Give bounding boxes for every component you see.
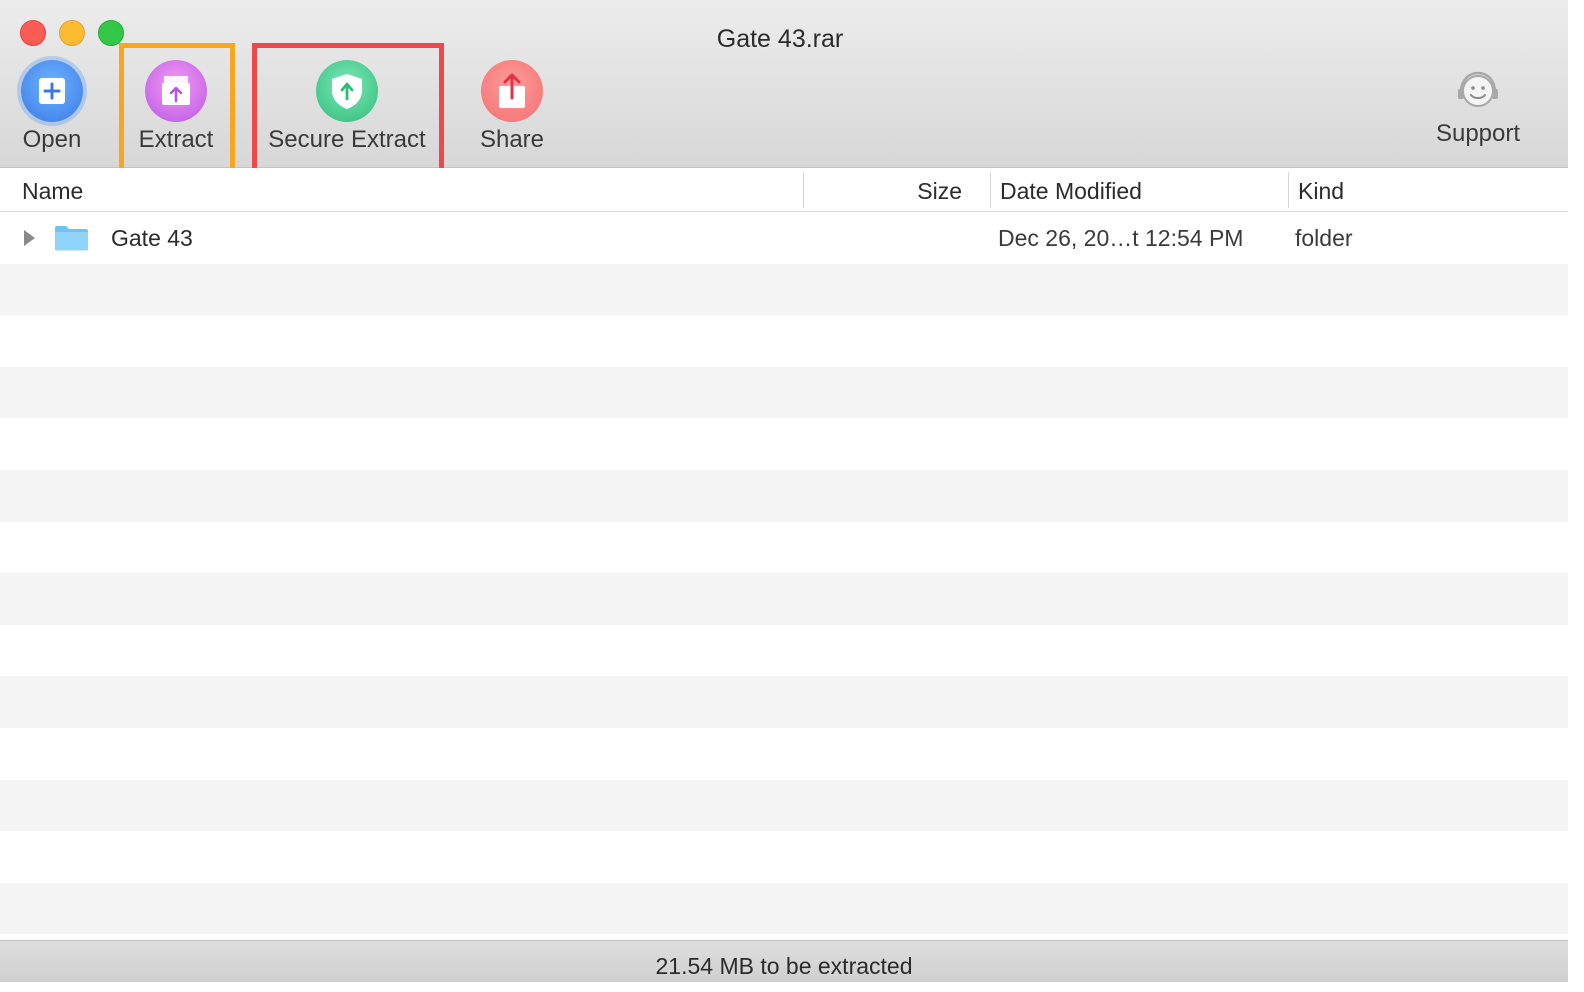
empty-row (0, 573, 1568, 625)
empty-row (0, 366, 1568, 419)
share-label: Share (479, 126, 545, 153)
shield-icon (316, 60, 378, 122)
empty-row (0, 882, 1568, 935)
share-icon (481, 60, 543, 122)
disclosure-triangle-icon[interactable] (24, 230, 35, 246)
column-separator[interactable] (803, 172, 804, 208)
extract-icon (145, 60, 207, 122)
secure-extract-button[interactable]: Secure Extract (255, 60, 439, 154)
support-button[interactable]: Support (1420, 66, 1536, 148)
secure-extract-label: Secure Extract (268, 126, 426, 153)
empty-row (0, 263, 1568, 316)
headset-smiley-icon (1453, 66, 1503, 116)
empty-row (0, 624, 1568, 677)
file-date-modified: Dec 26, 20…t 12:54 PM (998, 225, 1244, 251)
extract-button[interactable]: Extract (120, 60, 232, 154)
toolbar: Gate 43.rar Open Extract Secure Extract … (0, 0, 1568, 168)
empty-row (0, 469, 1568, 522)
empty-row (0, 418, 1568, 470)
column-separator[interactable] (1288, 172, 1289, 208)
empty-row (0, 779, 1568, 832)
open-icon (21, 60, 83, 122)
status-text: 21.54 MB to be extracted (655, 953, 913, 979)
app-window: Gate 43.rar Open Extract Secure Extract … (0, 0, 1568, 982)
support-label: Support (1435, 120, 1521, 147)
column-separator[interactable] (990, 172, 991, 208)
column-size[interactable]: Size (806, 178, 962, 205)
column-kind[interactable]: Kind (1298, 178, 1344, 205)
column-name[interactable]: Name (22, 178, 83, 205)
folder-icon (55, 226, 88, 251)
open-button[interactable]: Open (10, 60, 94, 154)
empty-row (0, 727, 1568, 780)
empty-row (0, 676, 1568, 728)
empty-row (0, 315, 1568, 367)
column-date-modified[interactable]: Date Modified (1000, 178, 1142, 205)
extract-label: Extract (138, 126, 214, 153)
file-name: Gate 43 (111, 225, 193, 251)
share-button[interactable]: Share (470, 60, 554, 154)
table-row[interactable]: Gate 43 Dec 26, 20…t 12:54 PM folder (0, 212, 1568, 264)
column-header: Name Size Date Modified Kind (0, 168, 1568, 212)
empty-row (0, 521, 1568, 574)
file-kind: folder (1295, 225, 1353, 251)
status-bar: 21.54 MB to be extracted (0, 940, 1568, 982)
file-list: Gate 43 Dec 26, 20…t 12:54 PM folder (0, 212, 1568, 940)
open-label: Open (22, 126, 82, 153)
empty-row (0, 831, 1568, 883)
window-title: Gate 43.rar (716, 25, 844, 53)
